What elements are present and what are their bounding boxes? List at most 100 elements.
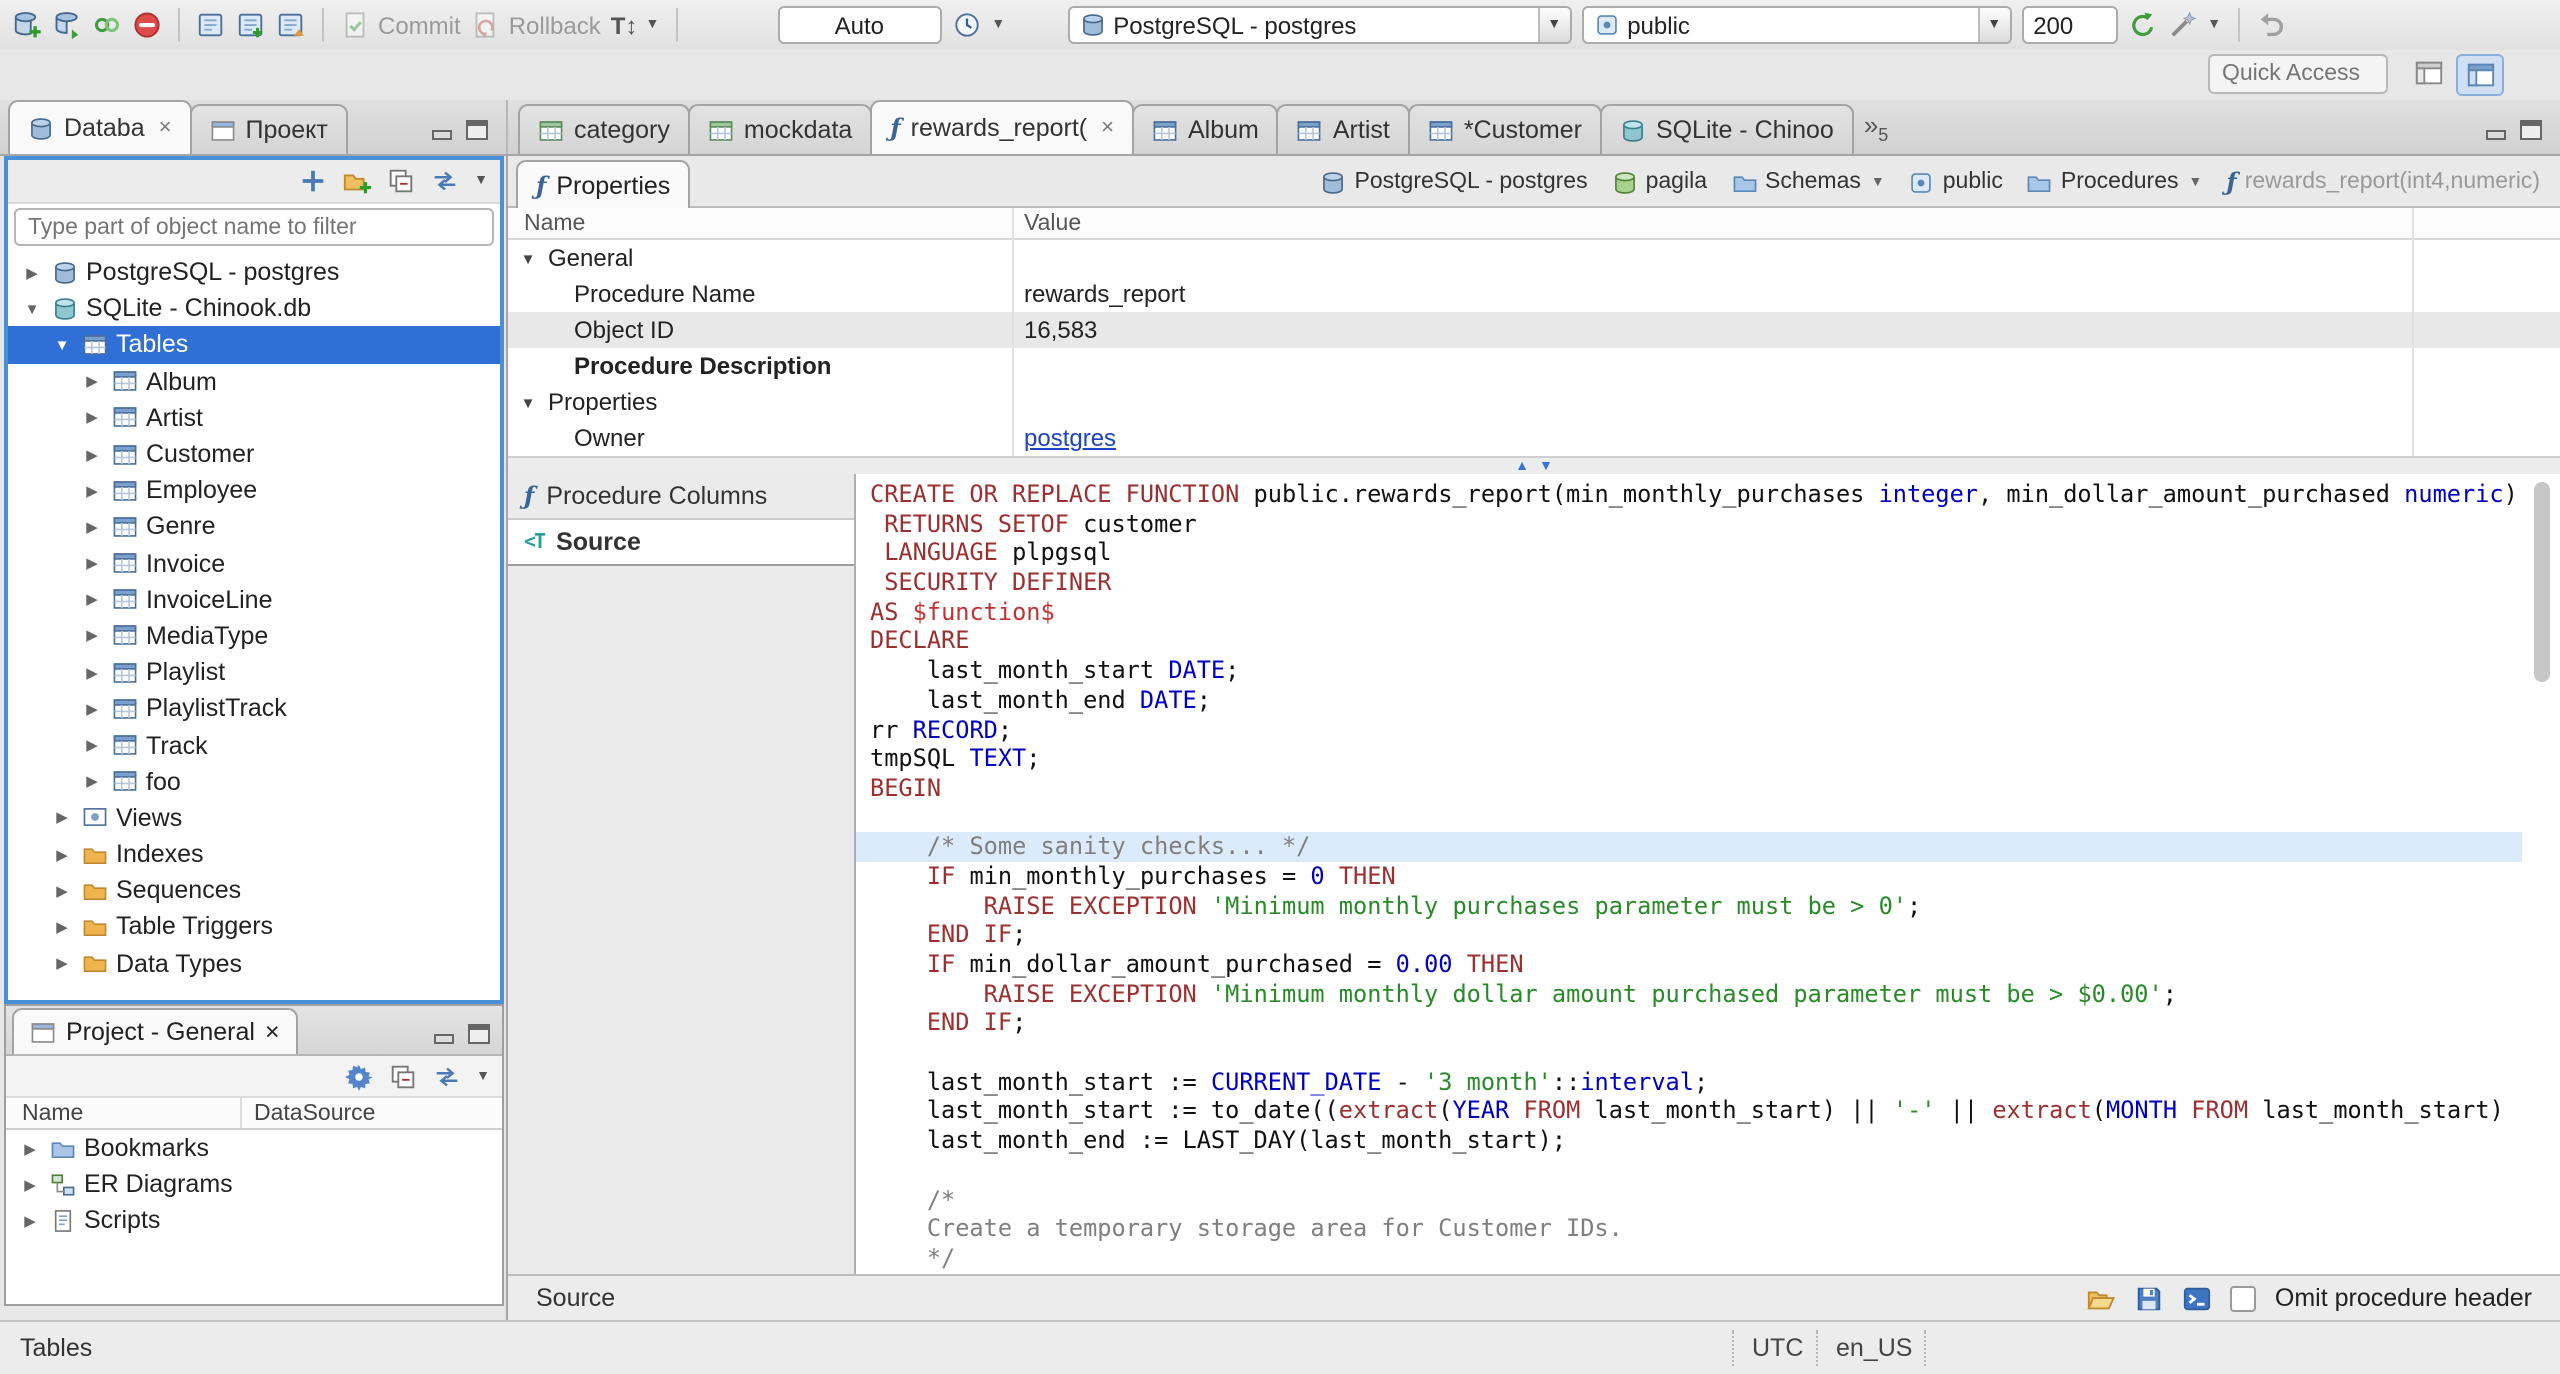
- property-value[interactable]: [1012, 240, 2560, 276]
- breadcrumb-item-procedures[interactable]: Procedures ▼: [2027, 169, 2203, 195]
- open-sql-editor-icon[interactable]: [236, 10, 266, 40]
- chevron-down-icon[interactable]: ▼: [2189, 175, 2203, 189]
- chevron-down-icon[interactable]: ▼: [2207, 18, 2221, 32]
- collapse-arrow-icon[interactable]: ▼: [50, 336, 74, 354]
- collapse-up-icon[interactable]: ▲: [1515, 459, 1529, 473]
- expand-arrow-icon[interactable]: ▶: [50, 918, 74, 936]
- expand-arrow-icon[interactable]: ▶: [80, 409, 104, 427]
- close-icon[interactable]: ×: [265, 1018, 280, 1046]
- property-row-procedure-name[interactable]: Procedure Name rewards_report: [508, 276, 2560, 312]
- property-value[interactable]: [1012, 348, 2560, 384]
- project-item-er-diagrams[interactable]: ▶ ER Diagrams: [6, 1166, 502, 1202]
- quick-access-input[interactable]: [2208, 54, 2388, 94]
- tree-item-playlist[interactable]: ▶ Playlist: [8, 654, 500, 690]
- tab-artist[interactable]: Artist: [1276, 104, 1410, 154]
- new-sql-editor-icon[interactable]: [196, 10, 226, 40]
- tab-project-general[interactable]: Project - General ×: [12, 1008, 298, 1054]
- fetch-size-input[interactable]: [2021, 6, 2118, 44]
- property-value[interactable]: 16,583: [1012, 312, 2560, 348]
- grid-divider[interactable]: [1012, 208, 1014, 456]
- undo-icon[interactable]: [2255, 10, 2285, 40]
- column-datasource[interactable]: DataSource: [242, 1101, 375, 1125]
- property-row-object-id[interactable]: Object ID 16,583: [508, 312, 2560, 348]
- expand-down-icon[interactable]: ▼: [1539, 459, 1553, 473]
- expand-arrow-icon[interactable]: ▶: [18, 1139, 42, 1157]
- format-wand-icon[interactable]: [2167, 10, 2197, 40]
- minimize-icon[interactable]: [2484, 120, 2506, 140]
- breadcrumb-item-public[interactable]: public: [1909, 169, 2003, 195]
- expand-arrow-icon[interactable]: ▶: [50, 954, 74, 972]
- panel-splitter[interactable]: ▲ ▼: [508, 456, 2560, 474]
- property-value[interactable]: [1012, 384, 2560, 420]
- new-connection-icon[interactable]: [12, 10, 42, 40]
- expand-arrow-icon[interactable]: ▶: [18, 1175, 42, 1193]
- tree-item-playlisttrack[interactable]: ▶ PlaylistTrack: [8, 691, 500, 727]
- tree-item-track[interactable]: ▶ Track: [8, 727, 500, 763]
- chevron-down-icon[interactable]: ▼: [1871, 175, 1885, 189]
- project-item-bookmarks[interactable]: ▶ Bookmarks: [6, 1130, 502, 1166]
- expand-arrow-icon[interactable]: ▶: [80, 554, 104, 572]
- tree-item-mediatype[interactable]: ▶ MediaType: [8, 618, 500, 654]
- tree-item-customer[interactable]: ▶ Customer: [8, 436, 500, 472]
- maximize-icon[interactable]: [466, 120, 488, 140]
- breadcrumb-item-pagila[interactable]: pagila: [1612, 169, 1707, 195]
- tree-item-sequences[interactable]: ▶ Sequences: [8, 872, 500, 908]
- tab-проект[interactable]: Проект: [189, 104, 348, 154]
- minimize-icon[interactable]: [432, 1024, 454, 1044]
- connect-icon[interactable]: [52, 10, 82, 40]
- tab-properties[interactable]: ƒ Properties: [516, 160, 691, 208]
- project-item-scripts[interactable]: ▶ Scripts: [6, 1202, 502, 1238]
- refresh-icon[interactable]: [2127, 10, 2157, 40]
- omit-header-checkbox[interactable]: [2230, 1285, 2257, 1311]
- link-with-editor-icon[interactable]: [430, 166, 460, 196]
- transaction-log-icon[interactable]: [951, 10, 981, 40]
- expand-arrow-icon[interactable]: ▶: [80, 627, 104, 645]
- maximize-icon[interactable]: [468, 1024, 490, 1044]
- expand-arrow-icon[interactable]: ▶: [80, 445, 104, 463]
- collapse-arrow-icon[interactable]: ▼: [20, 300, 44, 318]
- view-menu-icon[interactable]: ▼: [474, 174, 488, 188]
- grid-column-value[interactable]: Value: [1012, 211, 1081, 235]
- reconnect-icon[interactable]: [92, 10, 122, 40]
- code-scrollbar[interactable]: [2532, 478, 2552, 1270]
- recent-sql-editor-icon[interactable]: [276, 10, 306, 40]
- scrollbar-thumb[interactable]: [2534, 482, 2550, 682]
- breadcrumb-item-rewards-report-int4-numeric[interactable]: ƒ rewards_report(int4,numeric): [2226, 168, 2540, 196]
- tree-item-artist[interactable]: ▶ Artist: [8, 400, 500, 436]
- collapse-all-icon[interactable]: [388, 1061, 418, 1091]
- link-with-editor-icon[interactable]: [432, 1061, 462, 1091]
- tree-item-genre[interactable]: ▶ Genre: [8, 509, 500, 545]
- close-tab-icon[interactable]: ×: [159, 116, 172, 140]
- expand-arrow-icon[interactable]: ▶: [50, 809, 74, 827]
- load-from-file-icon[interactable]: [2087, 1283, 2117, 1313]
- add-connection-icon[interactable]: [298, 166, 328, 196]
- property-row-general[interactable]: ▼ General: [508, 240, 2560, 276]
- expand-arrow-icon[interactable]: ▶: [20, 263, 44, 281]
- tree-item-album[interactable]: ▶ Album: [8, 363, 500, 399]
- tree-item-postgresql-postgres[interactable]: ▶ PostgreSQL - postgres: [8, 254, 500, 290]
- sql-source-viewer[interactable]: CREATE OR REPLACE FUNCTION public.reward…: [856, 474, 2560, 1274]
- tab-album[interactable]: Album: [1132, 104, 1279, 154]
- collapse-all-icon[interactable]: [386, 166, 416, 196]
- expand-arrow-icon[interactable]: ▶: [80, 591, 104, 609]
- view-menu-icon[interactable]: ▼: [476, 1069, 490, 1083]
- expand-arrow-icon[interactable]: ▶: [80, 772, 104, 790]
- expand-arrow-icon[interactable]: ▶: [80, 736, 104, 754]
- tab-databa[interactable]: Databa ×: [8, 100, 192, 154]
- column-name[interactable]: Name: [6, 1098, 242, 1128]
- object-filter-input[interactable]: [14, 208, 494, 246]
- tree-item-employee[interactable]: ▶ Employee: [8, 472, 500, 508]
- new-folder-icon[interactable]: [342, 166, 372, 196]
- breadcrumb-item-schemas[interactable]: Schemas ▼: [1731, 169, 1885, 195]
- disconnect-icon[interactable]: [132, 10, 162, 40]
- property-value-text[interactable]: postgres: [1024, 424, 1116, 452]
- status-locale[interactable]: en_US: [1836, 1334, 1912, 1362]
- tab-mockdata[interactable]: mockdata: [687, 104, 873, 154]
- tree-item-invoiceline[interactable]: ▶ InvoiceLine: [8, 581, 500, 617]
- expand-arrow-icon[interactable]: ▶: [80, 481, 104, 499]
- status-timezone[interactable]: UTC: [1752, 1334, 1803, 1362]
- tree-item-table-triggers[interactable]: ▶ Table Triggers: [8, 909, 500, 945]
- property-row-procedure-description[interactable]: Procedure Description: [508, 348, 2560, 384]
- grid-column-name[interactable]: Name: [508, 211, 1012, 235]
- property-row-properties[interactable]: ▼ Properties: [508, 384, 2560, 420]
